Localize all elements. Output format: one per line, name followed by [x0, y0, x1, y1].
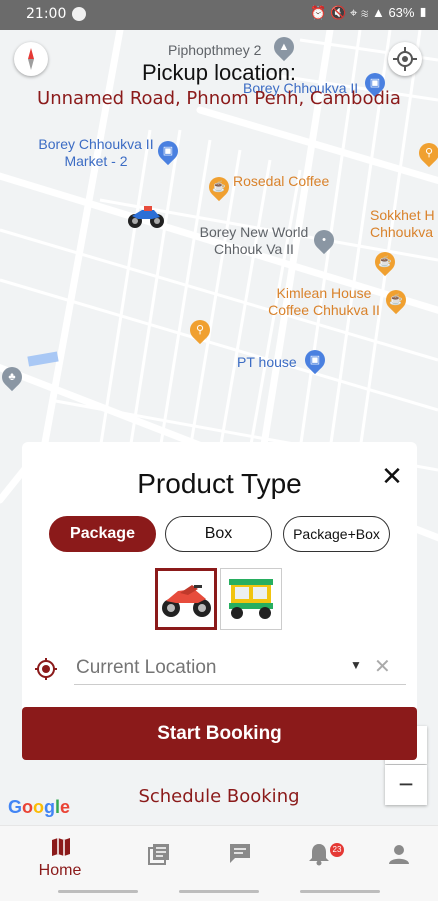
nav-bookings[interactable]: [128, 826, 188, 886]
profile-icon: [389, 845, 409, 864]
poi-kimlean-house[interactable]: Kimlean House Coffee Chhukva II: [262, 285, 386, 319]
gesture-bar-center: [179, 890, 259, 893]
notifications-icon: [309, 844, 329, 866]
sheet-title: Product Type: [137, 468, 302, 499]
type-package-box-button[interactable]: Package+Box: [283, 516, 390, 552]
type-box-button[interactable]: Box: [165, 516, 272, 552]
place-pin-icon[interactable]: •: [309, 225, 339, 255]
poi-pt-house[interactable]: PT house: [237, 354, 297, 371]
school-pin-icon[interactable]: ▲: [269, 32, 299, 62]
mute-icon: 🔇: [330, 5, 347, 20]
status-icons: ⏰ 🔇 ⌖ ≋ ▲ 63% ▮: [310, 5, 428, 21]
location-icon: ⌖: [350, 5, 358, 20]
battery-text: 63%: [388, 5, 415, 20]
market-pin-icon[interactable]: ▣: [153, 136, 183, 166]
gesture-bar-right: [300, 890, 380, 893]
nav-profile[interactable]: [368, 826, 428, 886]
schedule-booking-link[interactable]: Schedule Booking: [0, 786, 438, 807]
restaurant-pin-icon[interactable]: ⚲: [414, 138, 438, 168]
cafe-pin-icon-2[interactable]: ☕: [370, 247, 400, 277]
clear-icon[interactable]: ✕: [374, 654, 391, 679]
pickup-location-title: Pickup location:: [141, 60, 297, 85]
messenger-icon: [72, 7, 86, 21]
shop-pin-icon-2[interactable]: ▣: [300, 345, 330, 375]
map-icon: [52, 838, 70, 856]
alarm-icon: ⏰: [310, 5, 327, 20]
type-package-button[interactable]: Package: [49, 516, 156, 552]
pickup-location-address: Unnamed Road, Phnom Penh, Cambodia: [37, 88, 401, 109]
close-icon[interactable]: ✕: [380, 463, 404, 489]
location-target-icon: [35, 658, 57, 680]
poi-rosedal-coffee[interactable]: Rosedal Coffee: [233, 173, 329, 190]
nav-home[interactable]: Home: [30, 826, 90, 886]
product-type-sheet: Product Type ✕ Package Box Package+Box C…: [22, 442, 417, 717]
poi-sokkhet[interactable]: Sokkhet H Chhoukva: [370, 207, 438, 241]
location-row: ▼ ✕: [34, 652, 409, 686]
nav-home-label: Home: [38, 862, 82, 879]
status-time: 21:00: [26, 6, 67, 22]
chat-icon: [230, 844, 250, 863]
cafe-pin-icon[interactable]: ☕: [204, 172, 234, 202]
start-booking-button[interactable]: Start Booking: [22, 707, 417, 760]
battery-icon: ▮: [418, 5, 428, 20]
dropdown-arrow-icon[interactable]: ▼: [350, 658, 362, 672]
tuktuk-icon: [229, 579, 273, 619]
motorbike-icon: [162, 585, 211, 617]
restaurant-pin-icon-2[interactable]: ⚲: [185, 315, 215, 345]
cafe-pin-icon-3[interactable]: ☕: [381, 285, 411, 315]
poi-borey-market[interactable]: Borey Chhoukva II Market - 2: [34, 136, 158, 170]
nav-chat[interactable]: [209, 826, 269, 886]
vehicle-tuktuk-option[interactable]: [220, 568, 282, 630]
notification-badge: 23: [330, 843, 344, 857]
signal-icon: ▲: [371, 5, 385, 20]
poi-borey-new-world: Borey New World Chhouk Va II: [199, 224, 309, 257]
vehicle-motorbike-option[interactable]: [155, 568, 217, 630]
driver-motorbike-marker: [128, 206, 164, 228]
wifi-icon: ≋: [360, 5, 369, 20]
poi-piphopthmey[interactable]: Piphopthmey 2: [168, 42, 261, 59]
gesture-bar-left: [58, 890, 138, 893]
status-bar: 21:00 ⏰ 🔇 ⌖ ≋ ▲ 63% ▮: [0, 0, 438, 30]
bookings-icon: [148, 844, 169, 865]
